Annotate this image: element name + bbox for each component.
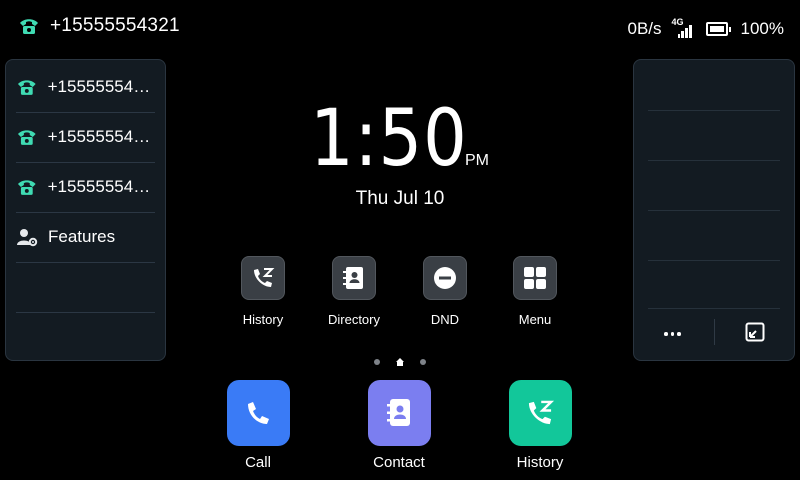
call-history-icon <box>528 400 555 425</box>
line-key-1[interactable]: +155555543... <box>16 62 155 113</box>
panel-controls <box>634 308 794 360</box>
home-icon[interactable] <box>395 357 405 367</box>
quick-history-button[interactable]: History <box>218 256 308 327</box>
battery-level: 100% <box>740 19 784 38</box>
page-indicator <box>374 357 428 367</box>
page-dot[interactable] <box>374 359 380 365</box>
signal-icon: 4G <box>672 18 696 38</box>
line-key-label: +155555543... <box>47 77 155 96</box>
more-dots-icon[interactable] <box>664 328 686 340</box>
dock-label: History <box>516 454 564 471</box>
phone-line-icon <box>17 80 36 95</box>
features-label: Features <box>48 227 116 246</box>
expand-icon[interactable] <box>745 322 765 342</box>
page-dot[interactable] <box>420 359 426 365</box>
clock-time: 1:50 <box>310 94 468 184</box>
network-speed: 0B/s <box>627 19 662 38</box>
dock-label: Contact <box>373 454 425 471</box>
menu-grid-icon <box>524 267 546 289</box>
dock-label: Call <box>245 454 271 471</box>
clock-ampm: PM <box>465 152 489 169</box>
clock-date: Thu Jul 10 <box>355 188 445 209</box>
battery-icon <box>705 22 731 36</box>
quick-app-label: Menu <box>518 312 552 327</box>
dock-history-button[interactable]: History <box>490 380 590 471</box>
contact-icon <box>387 399 410 426</box>
dock-call-button[interactable]: Call <box>208 380 308 471</box>
dock-contact-button[interactable]: Contact <box>349 380 449 471</box>
line-key-label: +155555543... <box>47 177 155 196</box>
divider <box>648 260 780 261</box>
quick-app-label: History <box>242 312 284 327</box>
line-key-2[interactable]: +155555543... <box>16 112 155 163</box>
user-settings-icon <box>17 229 38 247</box>
quick-directory-button[interactable]: Directory <box>309 256 399 327</box>
features-key[interactable]: Features <box>16 212 155 263</box>
phone-line-icon <box>20 19 38 34</box>
account-number: +15555554321 <box>50 15 180 36</box>
quick-app-label: Directory <box>327 312 380 327</box>
directory-icon <box>343 267 363 289</box>
call-history-icon <box>254 268 275 287</box>
line-keys-panel: +155555543... +155555543... +155555543..… <box>5 59 166 361</box>
phone-line-icon <box>17 130 36 145</box>
line-key-3[interactable]: +155555543... <box>16 162 155 213</box>
system-status: 0B/s 4G 100% <box>627 16 784 42</box>
dsskey-panel <box>633 59 795 361</box>
quick-menu-button[interactable]: Menu <box>490 256 580 327</box>
empty-line-key[interactable] <box>16 262 155 313</box>
quick-app-label: DND <box>430 312 460 327</box>
phone-icon <box>248 402 269 424</box>
divider <box>648 210 780 211</box>
line-key-label: +155555543... <box>47 127 155 146</box>
divider <box>714 319 715 345</box>
dnd-icon <box>434 267 456 289</box>
dock-icon-tile <box>508 380 572 446</box>
divider <box>648 160 780 161</box>
quick-dnd-button[interactable]: DND <box>400 256 490 327</box>
dock-icon-tile <box>226 380 290 446</box>
phone-line-icon <box>17 180 36 195</box>
account-status: +15555554321 <box>18 12 180 40</box>
divider <box>648 110 780 111</box>
dock-icon-tile <box>367 380 431 446</box>
